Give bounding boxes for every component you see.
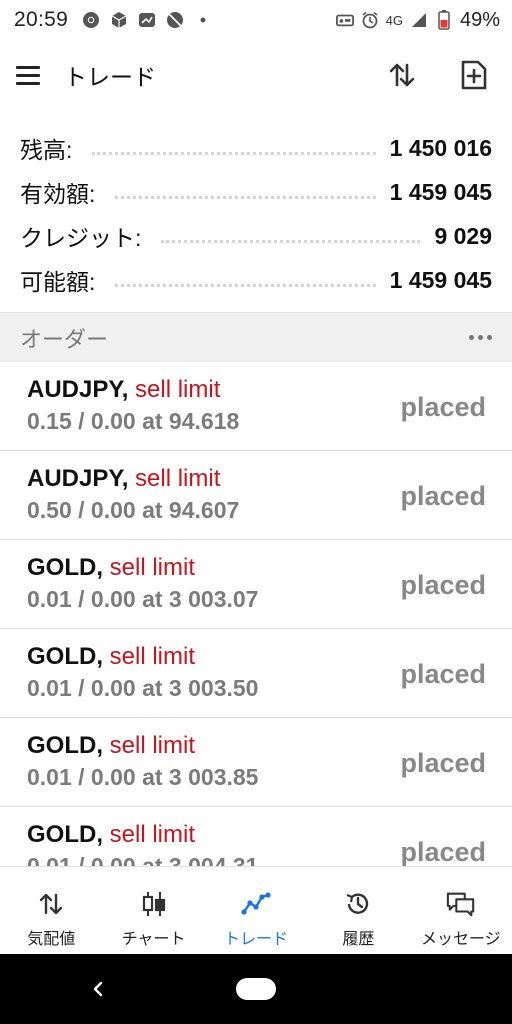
order-state: placed [400, 481, 486, 511]
chart-icon [139, 889, 169, 919]
new-order-button[interactable] [458, 59, 490, 91]
order-row[interactable]: GOLD, sell limit 0.01 / 0.00 at 3 003.07… [0, 540, 512, 629]
credit-label: クレジット: [20, 225, 142, 251]
page-title: トレード [64, 64, 156, 90]
nav-label: トレード [224, 931, 289, 948]
system-navigation-bar [0, 954, 512, 1024]
order-details: 0.01 / 0.00 at 3 004.31 [27, 853, 259, 866]
status-right: 4G 49% [335, 8, 500, 32]
nav-messages[interactable]: メッセージ [410, 867, 512, 954]
menu-icon[interactable] [16, 61, 44, 89]
bottom-navigation: 気配値 チャート トレード 履歴 メッセージ [0, 866, 512, 954]
order-type: sell limit [109, 821, 196, 848]
order-row[interactable]: AUDJPY, sell limit 0.50 / 0.00 at 94.607… [0, 451, 512, 540]
equity-label: 有効額: [20, 181, 96, 207]
quotes-icon [36, 889, 66, 919]
nav-label: 気配値 [27, 931, 76, 948]
nav-chart[interactable]: チャート [102, 867, 204, 954]
status-time: 20:59 [14, 8, 69, 31]
order-state: placed [400, 837, 486, 866]
order-type: sell limit [109, 643, 196, 670]
free-margin-value: 1 459 045 [389, 266, 492, 293]
balance-label: 残高: [20, 137, 73, 163]
dotted-leader [115, 195, 376, 199]
order-symbol: GOLD, [27, 554, 103, 581]
order-state: placed [400, 748, 486, 778]
order-details: 0.01 / 0.00 at 3 003.07 [27, 586, 259, 612]
order-symbol: AUDJPY, [27, 465, 129, 492]
credit-row: クレジット: 9 029 [20, 214, 492, 258]
blocked-app-icon [166, 11, 184, 29]
nav-history[interactable]: 履歴 [307, 867, 409, 954]
account-summary: 残高: 1 450 016 有効額: 1 459 045 クレジット: 9 02… [0, 126, 512, 302]
orders-list: AUDJPY, sell limit 0.15 / 0.00 at 94.618… [0, 362, 512, 866]
balance-value: 1 450 016 [389, 134, 492, 161]
nav-label: チャート [121, 931, 186, 948]
messages-icon [446, 889, 476, 919]
order-type: sell limit [135, 465, 221, 492]
order-state: placed [400, 570, 486, 600]
nav-label: メッセージ [420, 931, 501, 948]
dotted-leader [92, 151, 376, 155]
more-options-icon[interactable] [469, 335, 492, 340]
image-app-icon [138, 11, 156, 29]
history-icon [343, 889, 373, 919]
sort-button[interactable] [386, 59, 418, 91]
order-symbol: GOLD, [27, 732, 103, 759]
dotted-leader [115, 283, 376, 287]
order-row[interactable]: AUDJPY, sell limit 0.15 / 0.00 at 94.618… [0, 362, 512, 451]
nav-label: 履歴 [342, 931, 375, 948]
order-state: placed [400, 392, 486, 422]
order-row[interactable]: GOLD, sell limit 0.01 / 0.00 at 3 003.50… [0, 629, 512, 718]
order-details: 0.15 / 0.00 at 94.618 [27, 408, 240, 434]
order-symbol: GOLD, [27, 643, 103, 670]
free-margin-row: 可能額: 1 459 045 [20, 258, 492, 302]
back-chevron-icon [93, 981, 103, 997]
order-details: 0.01 / 0.00 at 3 003.85 [27, 764, 259, 790]
sort-arrows-icon [389, 63, 415, 87]
back-button[interactable] [88, 978, 108, 1000]
order-symbol: AUDJPY, [27, 376, 129, 403]
credit-value: 9 029 [434, 222, 492, 249]
order-row[interactable]: GOLD, sell limit 0.01 / 0.00 at 3 003.85… [0, 718, 512, 807]
order-state: placed [400, 659, 486, 689]
app-bar: トレード [0, 40, 512, 110]
order-row[interactable]: GOLD, sell limit 0.01 / 0.00 at 3 004.31… [0, 807, 512, 866]
cast-icon [335, 11, 354, 29]
balance-row: 残高: 1 450 016 [20, 126, 492, 170]
order-details: 0.50 / 0.00 at 94.607 [27, 497, 240, 523]
nav-quotes[interactable]: 気配値 [0, 867, 102, 954]
order-type: sell limit [109, 732, 196, 759]
order-symbol: GOLD, [27, 821, 103, 848]
equity-row: 有効額: 1 459 045 [20, 170, 492, 214]
new-document-icon [461, 60, 487, 90]
nav-trade[interactable]: トレード [205, 867, 307, 954]
chrome-icon [82, 11, 100, 29]
orders-title: オーダー [20, 326, 109, 352]
signal-icon [410, 11, 428, 29]
status-bar: 20:59 4G 49% [0, 0, 512, 40]
home-button[interactable] [236, 978, 276, 1000]
order-type: sell limit [135, 376, 221, 403]
battery-percent: 49% [459, 8, 500, 31]
network-type: 4G [385, 12, 403, 28]
app-actions [386, 59, 496, 91]
alarm-icon [361, 11, 379, 29]
equity-value: 1 459 045 [389, 178, 492, 205]
order-type: sell limit [109, 554, 196, 581]
order-details: 0.01 / 0.00 at 3 003.50 [27, 675, 259, 701]
free-margin-label: 可能額: [20, 269, 96, 295]
orders-section-header: オーダー [0, 312, 512, 362]
notification-icons [82, 11, 212, 29]
more-notifications-dot-icon [194, 11, 212, 29]
battery-icon [435, 10, 453, 30]
cube-app-icon [110, 11, 128, 29]
dotted-leader [161, 239, 421, 243]
trade-icon [241, 889, 271, 919]
